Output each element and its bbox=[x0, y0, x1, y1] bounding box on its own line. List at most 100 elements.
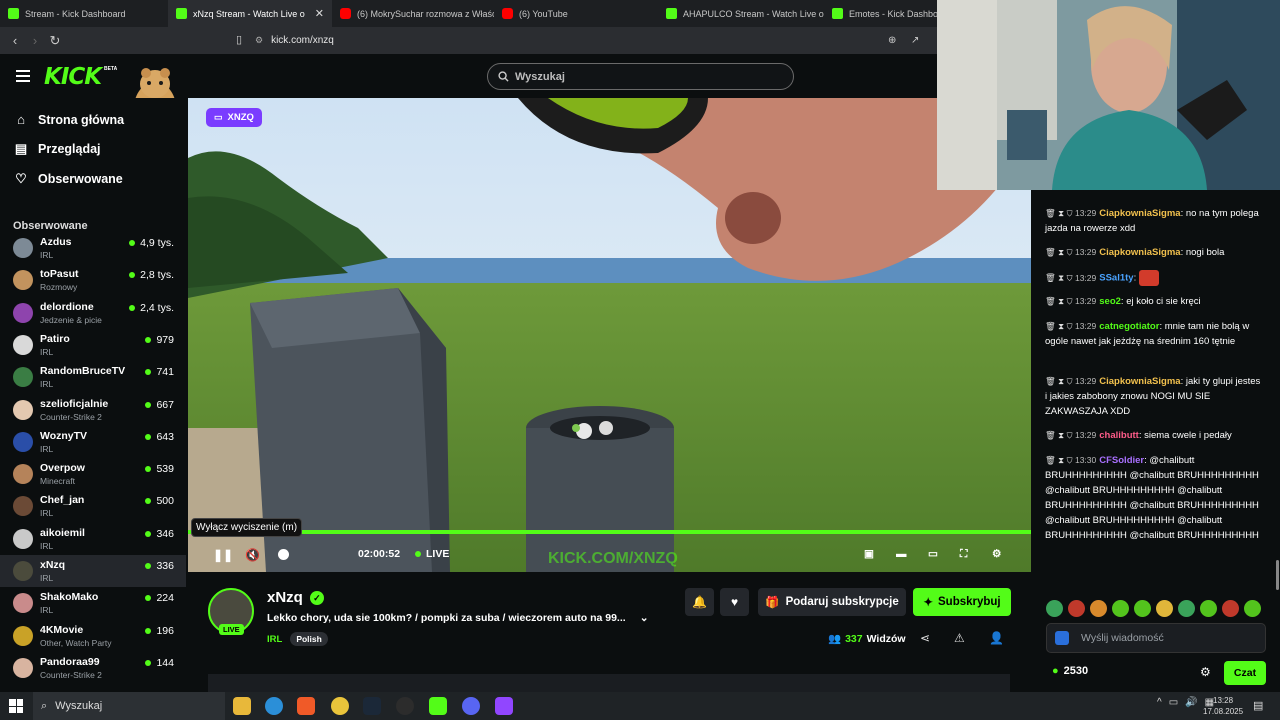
share-icon[interactable]: ⋖ bbox=[920, 631, 930, 645]
following-item[interactable]: ShakoMako IRL 224 bbox=[0, 587, 186, 619]
fullscreen-icon[interactable]: ⛶ bbox=[960, 548, 967, 561]
chat-username[interactable]: CiapkowniaSigma bbox=[1099, 376, 1180, 387]
following-item[interactable]: Pandoraa99 Counter-Strike 2 144 bbox=[0, 652, 186, 684]
chat-username[interactable]: seo2 bbox=[1099, 296, 1121, 307]
theater-mode-icon[interactable]: ▭ bbox=[928, 548, 938, 560]
moderation-icons[interactable]: 🗑 ⧗ ⛉ bbox=[1045, 321, 1075, 331]
nav-home[interactable]: ⌂ Strona główna bbox=[14, 112, 124, 127]
site-info-icon[interactable]: ⚙ bbox=[255, 35, 263, 46]
language-tag[interactable]: Polish bbox=[290, 632, 328, 646]
following-item[interactable]: delordione Jedzenie & picie 2,4 tys. bbox=[0, 297, 186, 329]
cast-icon[interactable]: ▬ bbox=[896, 548, 907, 560]
edge-icon[interactable] bbox=[265, 697, 283, 715]
windows-start-icon[interactable] bbox=[9, 699, 23, 713]
brave-icon[interactable] bbox=[297, 697, 315, 715]
following-item[interactable]: Azdus IRL 4,9 tys. bbox=[0, 232, 186, 264]
following-item[interactable]: RandomBruceTV IRL 741 bbox=[0, 361, 186, 393]
following-item[interactable]: Overpow Minecraft 539 bbox=[0, 458, 186, 490]
moderation-icons[interactable]: 🗑 ⧗ ⛉ bbox=[1045, 208, 1075, 218]
moderation-icons[interactable]: 🗑 ⧗ ⛉ bbox=[1045, 247, 1075, 257]
follow-button[interactable]: ♥ bbox=[720, 588, 749, 616]
bookmark-icon[interactable]: ▯ bbox=[236, 33, 242, 46]
channel-chip[interactable]: ▭ XNZQ bbox=[206, 108, 262, 127]
tab-5[interactable]: Emotes - Kick Dashboard bbox=[824, 0, 944, 27]
chat-username[interactable]: SSal1ty bbox=[1099, 273, 1133, 284]
moderation-icons[interactable]: 🗑 ⧗ ⛉ bbox=[1045, 430, 1075, 440]
following-item[interactable]: szelioficjalnie Counter-Strike 2 667 bbox=[0, 394, 186, 426]
chevron-up-icon[interactable]: ^ bbox=[1157, 697, 1162, 708]
stream-category[interactable]: IRL bbox=[267, 634, 282, 645]
following-item[interactable]: Chef_jan IRL 500 bbox=[0, 490, 186, 522]
following-item[interactable]: WoznyTV IRL 643 bbox=[0, 426, 186, 458]
emote-icon[interactable] bbox=[1112, 600, 1129, 617]
back-icon[interactable]: ‹ bbox=[5, 33, 25, 48]
notification-bell-button[interactable]: 🔔 bbox=[685, 588, 714, 616]
emote-icon[interactable] bbox=[1156, 600, 1173, 617]
network-icon[interactable]: ▭ bbox=[1169, 697, 1178, 708]
file-explorer-icon[interactable] bbox=[233, 697, 251, 715]
emote-icon[interactable] bbox=[1046, 600, 1063, 617]
pip-icon[interactable]: ▣ bbox=[864, 548, 874, 560]
close-icon[interactable]: ✕ bbox=[315, 7, 324, 20]
moderation-icons[interactable]: 🗑 ⧗ ⛉ bbox=[1045, 296, 1075, 306]
emote-icon[interactable] bbox=[1068, 600, 1085, 617]
notifications-icon[interactable]: ▤ bbox=[1253, 699, 1263, 712]
tab-3[interactable]: (6) YouTube bbox=[494, 0, 658, 27]
search-input[interactable]: Wyszukaj bbox=[487, 63, 794, 90]
volume-icon[interactable]: 🔊 bbox=[1185, 697, 1197, 708]
steam-icon[interactable] bbox=[363, 697, 381, 715]
emote-icon[interactable] bbox=[1090, 600, 1107, 617]
video-player[interactable]: KICK.COM/XNZQ bbox=[188, 98, 1031, 572]
settings-icon[interactable]: ⚙ bbox=[992, 548, 1001, 560]
following-item[interactable]: 4KMovie Other, Watch Party 196 bbox=[0, 620, 186, 652]
chat-send-button[interactable]: Czat bbox=[1224, 661, 1266, 685]
emote-icon[interactable] bbox=[1222, 600, 1239, 617]
moderation-icons[interactable]: 🗑 ⧗ ⛉ bbox=[1045, 376, 1075, 386]
chat-username[interactable]: CFSoldier bbox=[1099, 455, 1144, 466]
forward-icon[interactable]: › bbox=[25, 33, 45, 48]
following-item[interactable]: xNzq IRL 336 bbox=[0, 555, 186, 587]
tab-0[interactable]: Stream - Kick Dashboard bbox=[0, 0, 168, 27]
muted-speaker-icon[interactable]: 🔇 bbox=[245, 548, 260, 562]
kick-logo[interactable]: KICK bbox=[44, 64, 102, 90]
chat-scrollbar[interactable] bbox=[1276, 560, 1279, 590]
tab-4[interactable]: AHAPULCO Stream - Watch Live on K bbox=[658, 0, 824, 27]
taskbar-search[interactable]: ⌕ Wyszukaj bbox=[33, 692, 225, 720]
report-icon[interactable]: ⚠ bbox=[954, 631, 965, 645]
emote-icon[interactable] bbox=[1200, 600, 1217, 617]
obs-icon[interactable] bbox=[396, 697, 414, 715]
pause-icon[interactable]: ❚❚ bbox=[213, 548, 233, 562]
zoom-icon[interactable]: ⊕ bbox=[888, 35, 896, 46]
url-field[interactable]: ⚙ kick.com/xnzq ⊕ ↗ bbox=[255, 30, 935, 51]
nav-following[interactable]: ♡ Obserwowane bbox=[14, 171, 123, 187]
chat-username[interactable]: CiapkowniaSigma bbox=[1099, 247, 1180, 258]
share-icon[interactable]: ↗ bbox=[911, 35, 919, 46]
chat-username[interactable]: CiapkowniaSigma bbox=[1099, 208, 1180, 219]
emote-icon[interactable] bbox=[1178, 600, 1195, 617]
volume-slider-handle[interactable] bbox=[278, 549, 289, 560]
reload-icon[interactable]: ↻ bbox=[45, 33, 65, 49]
tab-2[interactable]: (6) MokrySuchar rozmowa z Właścic bbox=[332, 0, 494, 27]
discord-icon[interactable] bbox=[462, 697, 480, 715]
user-options-icon[interactable]: 👤 bbox=[989, 631, 1004, 645]
chat-input[interactable]: Wyślij wiadomość ☺ bbox=[1046, 623, 1266, 653]
chevron-down-icon[interactable]: ⌄ bbox=[640, 612, 649, 624]
following-item[interactable]: toPasut Rozmowy 2,8 tys. bbox=[0, 264, 186, 296]
channel-points[interactable]: ● 2530 bbox=[1052, 665, 1088, 677]
taskbar-clock[interactable]: 13:28 17.08.2025 bbox=[1203, 695, 1243, 717]
app-icon[interactable] bbox=[495, 697, 513, 715]
chat-username[interactable]: catnegotiator bbox=[1099, 321, 1159, 332]
moderation-icons[interactable]: 🗑 ⧗ ⛉ bbox=[1045, 273, 1075, 283]
emote-icon[interactable] bbox=[1134, 600, 1151, 617]
streamer-name[interactable]: xNzq ✓ bbox=[267, 589, 324, 606]
subscribe-button[interactable]: ✦ Subskrybuj bbox=[913, 588, 1011, 616]
chat-username[interactable]: chalibutt bbox=[1099, 430, 1139, 441]
following-item[interactable]: Patiro IRL 979 bbox=[0, 329, 186, 361]
gift-subscription-button[interactable]: 🎁 Podaruj subskrypcje bbox=[758, 588, 906, 616]
moderation-icons[interactable]: 🗑 ⧗ ⛉ bbox=[1045, 455, 1075, 465]
kick-app-icon[interactable] bbox=[429, 697, 447, 715]
tab-1[interactable]: xNzq Stream - Watch Live on Kic ✕ bbox=[168, 0, 332, 27]
emote-icon[interactable] bbox=[1244, 600, 1261, 617]
chrome-icon[interactable] bbox=[331, 697, 349, 715]
nav-browse[interactable]: ▤ Przeglądaj bbox=[14, 141, 101, 157]
